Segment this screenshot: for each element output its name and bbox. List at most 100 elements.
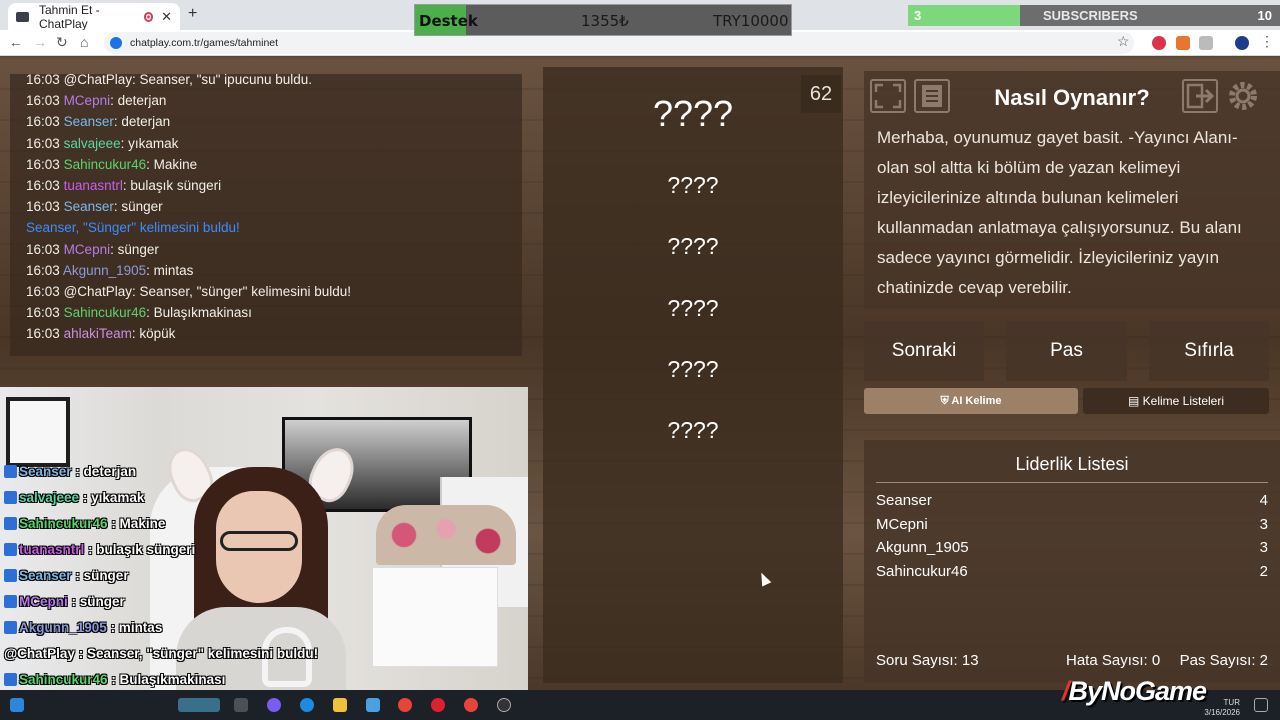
close-tab-icon[interactable]: ✕ — [161, 9, 172, 25]
reload-icon[interactable]: ↻ — [56, 34, 68, 51]
extension-red-icon[interactable] — [1152, 36, 1166, 50]
chat-time: 16:03 — [26, 284, 60, 299]
settings-gear-icon[interactable] — [1226, 79, 1262, 113]
chrome-icon[interactable] — [398, 698, 412, 712]
overlay-chat-text: : mintas — [110, 620, 163, 635]
home-icon[interactable]: ⌂ — [80, 34, 88, 50]
bookmark-star-icon[interactable]: ☆ — [1117, 33, 1130, 50]
reset-button[interactable]: Sıfırla — [1149, 321, 1269, 381]
subscriber-label: SUBSCRIBERS — [1043, 8, 1138, 23]
chatplay-favicon-icon — [16, 11, 29, 22]
chat-message: 16:03 MCepni: deterjan — [26, 93, 166, 108]
edge-icon[interactable] — [300, 698, 314, 712]
chat-message: 16:03 Akgunn_1905: mintas — [26, 263, 193, 278]
extension-fox-icon[interactable] — [1176, 36, 1190, 50]
forbidden-word-3: ???? — [667, 295, 719, 321]
badge-icon — [4, 569, 17, 582]
how-to-play-panel: Nasıl Oynanır? Merhaba, oyunumuz gayet b… — [864, 71, 1280, 309]
taskbar-clock: TUR 3/16/2026 — [1204, 698, 1240, 718]
chat-username[interactable]: @ChatPlay — [64, 284, 132, 299]
exit-icon[interactable] — [1182, 79, 1218, 113]
overlay-chat-username: MCepni — [19, 594, 68, 609]
chat-username[interactable]: Sahincukur46 — [64, 305, 147, 320]
chat-username[interactable]: Seanser — [64, 199, 114, 214]
opera-icon[interactable] — [431, 698, 445, 712]
word-lists-button[interactable]: ▤ Kelime Listeleri — [1083, 388, 1269, 414]
ai-word-button[interactable]: ⛨ AI Kelime — [864, 388, 1078, 414]
profile-avatar[interactable] — [1235, 36, 1249, 50]
chat-text: : sünger — [110, 241, 159, 257]
leaderboard-panel: Liderlik Listesi Seanser 4 MCepni 3 Akgu… — [864, 440, 1280, 682]
word-panel: 62 ???? ???? ???? ???? ???? ???? — [543, 67, 843, 683]
chat-message: Seanser, "Sünger" kelimesini buldu! — [26, 220, 240, 235]
chat-time: 16:03 — [26, 262, 60, 278]
chat-time: 16:03 — [26, 199, 60, 215]
leader-score: 2 — [1259, 563, 1268, 580]
leaderboard-title: Liderlik Listesi — [1015, 454, 1129, 474]
chrome-active-icon[interactable] — [464, 698, 478, 712]
task-view-icon[interactable] — [234, 698, 248, 712]
extensions-puzzle-icon[interactable] — [1199, 36, 1213, 50]
start-icon[interactable] — [10, 698, 24, 712]
file-explorer-icon[interactable] — [333, 698, 347, 712]
clipboard-icon: ▤ — [1127, 394, 1143, 408]
badge-icon — [4, 595, 17, 608]
chat-text: : Makine — [146, 156, 198, 172]
chat-username[interactable]: MCepni — [64, 242, 111, 257]
tab-title: Tahmin Et - ChatPlay — [38, 2, 100, 31]
chat-text: : mintas — [146, 262, 194, 278]
chat-username[interactable]: tuanasntrl — [64, 178, 123, 193]
chat-username[interactable]: @ChatPlay — [64, 72, 132, 87]
store-icon[interactable] — [366, 698, 380, 712]
chat-message: 16:03 @ChatPlay: Seanser, "sünger" kelim… — [26, 284, 351, 299]
overlay-chat-username: Sahincukur46 — [19, 516, 108, 531]
leader-name: Seanser — [876, 492, 932, 509]
subscriber-progress-fill — [908, 5, 1020, 26]
webcam-overlay — [0, 387, 528, 690]
leader-name: MCepni — [876, 516, 928, 533]
how-to-play-text: Merhaba, oyunumuz gayet basit. -Yayıncı … — [877, 128, 1242, 297]
overlay-chat-text: : Seanser, "sünger" kelimesini buldu! — [78, 646, 319, 661]
pass-button[interactable]: Pas — [1006, 321, 1127, 381]
chat-username[interactable]: Akgunn_1905 — [63, 263, 146, 278]
chat-time: 16:03 — [26, 72, 60, 87]
shield-icon: ⛨ — [940, 395, 952, 407]
chat-message: 16:03 ahlakiTeam: köpük — [26, 326, 175, 341]
chat-username[interactable]: ahlakiTeam — [64, 326, 132, 341]
chat-username[interactable]: Seanser — [64, 114, 114, 129]
site-info-icon[interactable] — [110, 37, 122, 49]
leader-name: Sahincukur46 — [876, 563, 968, 580]
overlay-chat-message: Seanser : deterjan — [4, 464, 136, 479]
badge-icon — [4, 491, 17, 504]
overlay-chat-username: tuanasntrl — [19, 542, 85, 557]
chat-username[interactable]: MCepni — [64, 93, 111, 108]
chat-text: : bulaşık süngeri — [122, 178, 222, 193]
chat-time: 16:03 — [26, 156, 60, 172]
cam-window — [6, 397, 70, 467]
new-tab-button[interactable]: + — [188, 5, 197, 23]
overlay-chat-message: tuanasntrl : bulaşık süngeri — [4, 542, 195, 557]
obs-icon[interactable] — [497, 698, 511, 712]
chat-message: 16:03 tuanasntrl: bulaşık süngeri — [26, 178, 221, 193]
leader-score: 3 — [1259, 516, 1268, 533]
donation-goal: TRY10000 — [713, 12, 789, 30]
copilot-icon[interactable] — [267, 698, 281, 712]
chat-message: 16:03 MCepni: sünger — [26, 242, 159, 257]
back-icon[interactable]: ← — [9, 34, 23, 50]
leaderboard-row: Akgunn_1905 3 — [876, 539, 1268, 556]
overlay-chat-username: Sahincukur46 — [19, 672, 108, 687]
browser-tab[interactable]: Tahmin Et - ChatPlay ✕ — [8, 2, 180, 31]
leader-score: 3 — [1259, 539, 1268, 556]
browser-menu-icon[interactable]: ⋮ — [1260, 33, 1274, 50]
notifications-icon[interactable] — [1254, 698, 1268, 712]
forward-icon[interactable]: → — [33, 34, 47, 50]
next-button[interactable]: Sonraki — [864, 321, 984, 381]
search-thumbnail[interactable] — [178, 698, 220, 712]
overlay-chat-text: : bulaşık süngeri — [88, 542, 196, 557]
overlay-chat-text: : Bulaşıkmakinası — [111, 672, 226, 687]
chat-username[interactable]: Sahincukur46 — [64, 157, 147, 172]
chat-username[interactable]: salvajeee — [64, 136, 121, 151]
main-word: ???? — [652, 93, 734, 134]
ai-word-label: AI Kelime — [951, 395, 1002, 407]
error-count: Hata Sayısı: 0 — [1066, 652, 1161, 669]
